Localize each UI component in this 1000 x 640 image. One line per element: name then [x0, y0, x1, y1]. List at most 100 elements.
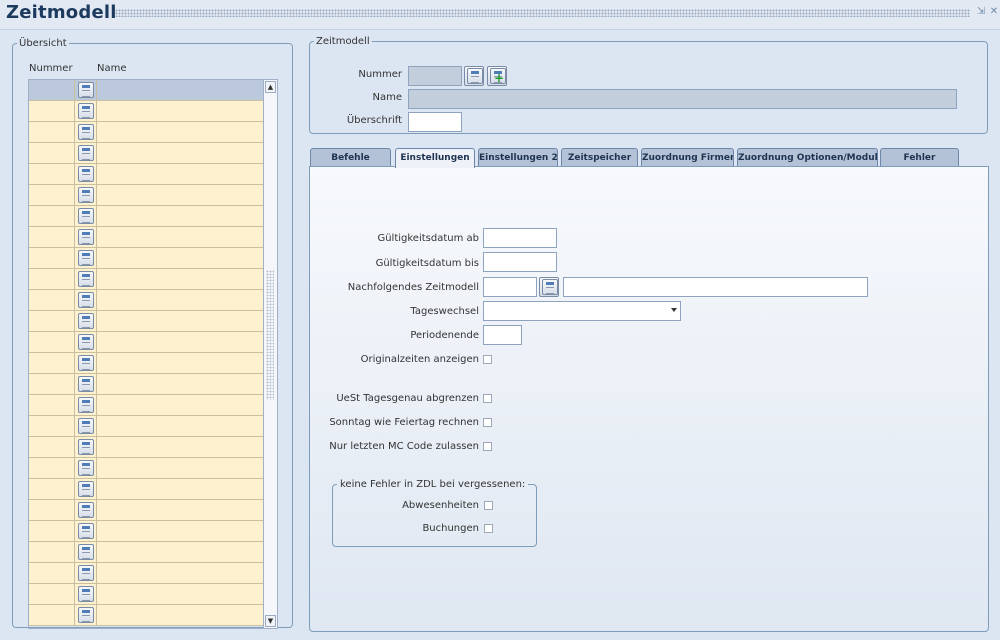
row-number-cell[interactable]	[29, 164, 75, 184]
row-open-cell[interactable]	[75, 248, 97, 268]
row-open-cell[interactable]	[75, 353, 97, 373]
gueltig-bis-input[interactable]	[483, 252, 557, 272]
document-icon[interactable]	[77, 145, 94, 161]
sonntag-checkbox[interactable]	[483, 418, 492, 427]
row-number-cell[interactable]	[29, 521, 75, 541]
row-open-cell[interactable]	[75, 122, 97, 142]
row-number-cell[interactable]	[29, 353, 75, 373]
row-name-cell[interactable]	[97, 206, 263, 226]
row-open-cell[interactable]	[75, 80, 97, 100]
row-number-cell[interactable]	[29, 437, 75, 457]
table-row[interactable]	[29, 185, 263, 206]
table-row[interactable]	[29, 164, 263, 185]
select-nachfolgend-button[interactable]	[539, 277, 559, 297]
nummer-input[interactable]	[408, 66, 462, 86]
row-number-cell[interactable]	[29, 143, 75, 163]
row-open-cell[interactable]	[75, 185, 97, 205]
row-number-cell[interactable]	[29, 101, 75, 121]
tab-einstellungen[interactable]: Einstellungen	[395, 148, 475, 168]
row-open-cell[interactable]	[75, 143, 97, 163]
document-icon[interactable]	[77, 187, 94, 203]
table-row[interactable]	[29, 542, 263, 563]
row-number-cell[interactable]	[29, 542, 75, 562]
scroll-down-icon[interactable]: ▼	[265, 615, 276, 627]
uest-checkbox[interactable]	[483, 394, 492, 403]
row-number-cell[interactable]	[29, 605, 75, 625]
overview-list[interactable]	[28, 79, 264, 629]
gueltig-ab-input[interactable]	[483, 228, 557, 248]
row-name-cell[interactable]	[97, 290, 263, 310]
row-open-cell[interactable]	[75, 164, 97, 184]
table-row[interactable]	[29, 290, 263, 311]
row-name-cell[interactable]	[97, 122, 263, 142]
row-name-cell[interactable]	[97, 416, 263, 436]
document-icon[interactable]	[77, 124, 94, 140]
row-name-cell[interactable]	[97, 332, 263, 352]
table-row[interactable]	[29, 311, 263, 332]
row-name-cell[interactable]	[97, 563, 263, 583]
row-number-cell[interactable]	[29, 374, 75, 394]
document-icon[interactable]	[77, 313, 94, 329]
table-row[interactable]	[29, 563, 263, 584]
row-number-cell[interactable]	[29, 206, 75, 226]
document-icon[interactable]	[77, 376, 94, 392]
row-number-cell[interactable]	[29, 332, 75, 352]
row-name-cell[interactable]	[97, 80, 263, 100]
scroll-grip[interactable]	[266, 270, 274, 400]
tab-zuordnung-firmen[interactable]: Zuordnung Firmen	[641, 148, 734, 167]
row-name-cell[interactable]	[97, 227, 263, 247]
document-icon[interactable]	[77, 229, 94, 245]
document-icon[interactable]	[77, 397, 94, 413]
table-row[interactable]	[29, 605, 263, 626]
row-number-cell[interactable]	[29, 227, 75, 247]
row-name-cell[interactable]	[97, 269, 263, 289]
document-icon[interactable]	[77, 544, 94, 560]
table-row[interactable]	[29, 500, 263, 521]
add-zeitmodell-button[interactable]: +	[487, 66, 507, 86]
row-number-cell[interactable]	[29, 185, 75, 205]
table-row[interactable]	[29, 395, 263, 416]
row-name-cell[interactable]	[97, 500, 263, 520]
tab-einstellungen-2[interactable]: Einstellungen 2	[478, 148, 558, 167]
tageswechsel-select[interactable]	[483, 301, 681, 321]
name-input[interactable]	[408, 89, 957, 109]
tab-befehle[interactable]: Befehle	[310, 148, 391, 167]
close-icon[interactable]: ✕	[988, 6, 1000, 18]
tab-zeitspeicher[interactable]: Zeitspeicher	[561, 148, 638, 167]
pin-icon[interactable]: ⇲	[975, 6, 987, 18]
document-icon[interactable]	[77, 82, 94, 98]
row-open-cell[interactable]	[75, 584, 97, 604]
row-name-cell[interactable]	[97, 185, 263, 205]
document-icon[interactable]	[77, 439, 94, 455]
row-name-cell[interactable]	[97, 311, 263, 331]
column-header-number[interactable]: Nummer	[29, 63, 73, 74]
document-icon[interactable]	[77, 565, 94, 581]
table-row[interactable]	[29, 437, 263, 458]
row-name-cell[interactable]	[97, 437, 263, 457]
document-icon[interactable]	[77, 607, 94, 623]
document-icon[interactable]	[77, 271, 94, 287]
document-icon[interactable]	[77, 460, 94, 476]
row-number-cell[interactable]	[29, 479, 75, 499]
table-row[interactable]	[29, 458, 263, 479]
row-number-cell[interactable]	[29, 80, 75, 100]
table-row[interactable]	[29, 332, 263, 353]
document-icon[interactable]	[77, 103, 94, 119]
row-name-cell[interactable]	[97, 164, 263, 184]
document-icon[interactable]	[77, 292, 94, 308]
column-header-name[interactable]: Name	[97, 63, 127, 74]
table-row[interactable]	[29, 584, 263, 605]
row-number-cell[interactable]	[29, 311, 75, 331]
buchungen-checkbox[interactable]	[484, 524, 493, 533]
select-zeitmodell-button[interactable]	[464, 66, 484, 86]
row-name-cell[interactable]	[97, 458, 263, 478]
table-row[interactable]	[29, 479, 263, 500]
scroll-up-icon[interactable]: ▲	[265, 81, 276, 93]
row-open-cell[interactable]	[75, 101, 97, 121]
document-icon[interactable]	[77, 355, 94, 371]
abwesenheiten-checkbox[interactable]	[484, 501, 493, 510]
row-name-cell[interactable]	[97, 605, 263, 625]
row-open-cell[interactable]	[75, 416, 97, 436]
row-name-cell[interactable]	[97, 584, 263, 604]
row-open-cell[interactable]	[75, 332, 97, 352]
